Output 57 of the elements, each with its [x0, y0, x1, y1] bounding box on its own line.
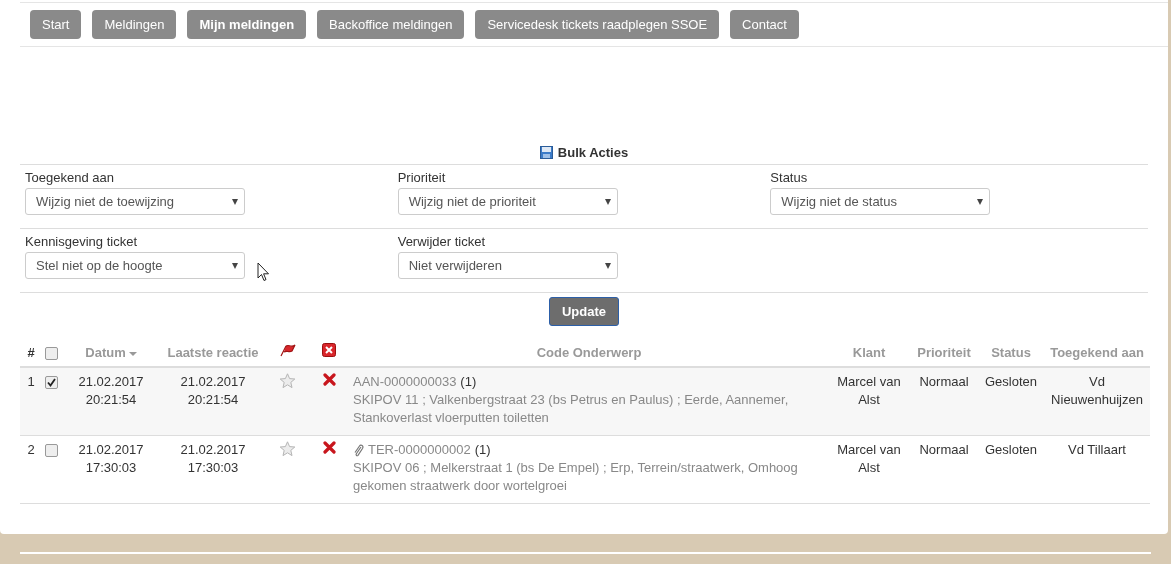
- column-header[interactable]: Laatste reactie: [167, 345, 259, 360]
- update-button[interactable]: Update: [548, 297, 620, 326]
- priority-cell: Normaal: [919, 374, 969, 389]
- field-label: Prioriteit: [397, 170, 446, 185]
- column-header: #: [27, 345, 35, 360]
- row-checkbox[interactable]: [44, 376, 58, 390]
- priority-cell: Normaal: [919, 442, 969, 457]
- delete-icon[interactable]: [322, 441, 336, 454]
- nav-button[interactable]: Meldingen: [92, 10, 177, 39]
- column-header[interactable]: Datum: [85, 345, 126, 360]
- section-title: Bulk Acties: [557, 144, 629, 160]
- nav-button[interactable]: Mijn meldingen: [187, 10, 307, 39]
- field-label: Verwijder ticket: [397, 234, 486, 249]
- sort-caret-icon: [128, 351, 137, 356]
- column-header: Code Onderwerp: [536, 345, 642, 360]
- flag-icon: [278, 343, 296, 357]
- ticket-subject: SKIPOV 06 ; Melkerstraat 1 (bs De Empel) ; Erp, Terrein/straatwerk, Omhoog gekomen straatwerk door wortelgroei: [353, 459, 799, 495]
- nav-button[interactable]: Contact: [730, 10, 799, 39]
- dropdown-field[interactable]: Niet verwijderen: [397, 252, 618, 279]
- status-cell: Gesloten: [984, 374, 1037, 389]
- ticket-link[interactable]: AAN-0000000033: [353, 373, 457, 391]
- star-icon[interactable]: [278, 373, 296, 389]
- dropdown-field[interactable]: Wijzig niet de status: [770, 188, 991, 215]
- delete-icon[interactable]: [322, 373, 336, 386]
- date-cell: 21.02.2017 20:21:54: [78, 373, 144, 409]
- last-reaction-cell: 21.02.2017 20:21:54: [180, 373, 246, 409]
- field-label: Toegekend aan: [25, 170, 114, 185]
- row-number: 1: [27, 374, 35, 389]
- delete-icon: [322, 343, 336, 357]
- row-number: 2: [27, 442, 35, 457]
- mouse-pointer-icon: [257, 262, 270, 282]
- ticket-link[interactable]: TER-0000000002: [368, 441, 471, 459]
- reaction-count: (1): [474, 441, 491, 459]
- date-cell: 21.02.2017 17:30:03: [78, 441, 144, 477]
- column-header: Prioriteit: [917, 345, 971, 360]
- assigned-cell-text: Vd Nieuwenhuijzen: [1050, 373, 1144, 409]
- field-label: Kennisgeving ticket: [25, 234, 137, 249]
- dropdown-field[interactable]: Wijzig niet de prioriteit: [397, 188, 618, 215]
- nav-button[interactable]: Start: [30, 10, 82, 39]
- select-all-checkbox[interactable]: [44, 347, 58, 360]
- column-header: Status: [991, 345, 1031, 360]
- column-header: Klant: [852, 345, 886, 360]
- client-cell-text: Marcel van Alst: [836, 373, 902, 409]
- row-checkbox[interactable]: [44, 444, 58, 458]
- ticket-subject: SKIPOV 11 ; Valkenbergstraat 23 (bs Petrus en Paulus) ; Eerde, Aannemer, Stankoverlast vloerputten toiletten: [353, 391, 790, 427]
- last-reaction-cell: 21.02.2017 17:30:03: [180, 441, 246, 477]
- column-header: Toegekend aan: [1050, 345, 1144, 360]
- assigned-cell: Vd Tillaart: [1068, 441, 1126, 459]
- nav-button[interactable]: Backoffice meldingen: [317, 10, 465, 39]
- dropdown-field[interactable]: Stel niet op de hoogte: [25, 252, 245, 279]
- nav-button[interactable]: Servicedesk tickets raadplegen SSOE: [475, 10, 720, 39]
- dropdown-field[interactable]: Wijzig niet de toewijzing: [25, 188, 245, 215]
- field-label: Status: [770, 170, 808, 185]
- star-icon[interactable]: [278, 441, 296, 457]
- reaction-count: (1): [460, 373, 477, 391]
- status-cell: Gesloten: [984, 442, 1037, 457]
- client-cell-text: Marcel van Alst: [836, 441, 902, 477]
